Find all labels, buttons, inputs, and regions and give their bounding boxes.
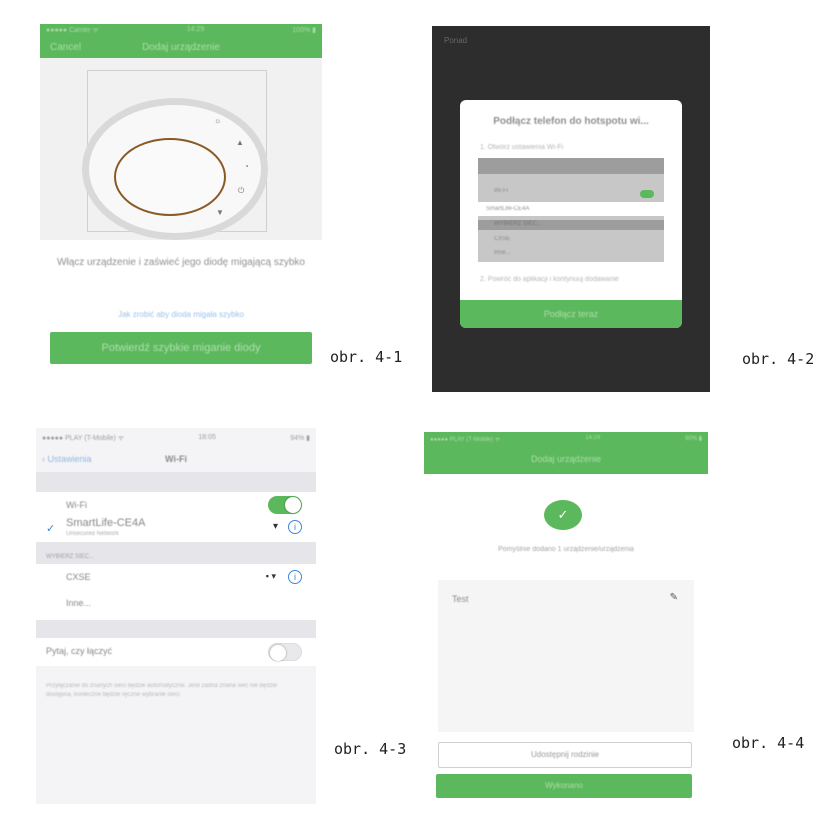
- success-check-icon: ✓: [544, 500, 582, 530]
- wifi-toggle-label: Wi-Fi: [66, 500, 87, 510]
- status-battery: 90% ▮: [685, 436, 702, 442]
- ask-to-join-row: Pytaj, czy łączyć: [36, 638, 316, 666]
- nav-bar: ‹ Ustawienia Wi-Fi: [36, 448, 316, 472]
- success-message: Pomyślnie dodano 1 urządzenie/urządzenia: [498, 546, 634, 553]
- page-title: Dodaj urządzenie: [530, 454, 602, 464]
- step-1-text: 1. Otwórz ustawienia Wi-Fi: [480, 144, 564, 151]
- preview-row-header: WYBIERZ SIEĆ...: [494, 221, 543, 227]
- down-icon: ▼: [216, 208, 224, 217]
- connect-now-label: Podłącz teraz: [543, 309, 599, 319]
- ask-to-join-toggle[interactable]: [268, 643, 302, 661]
- device-card: Test ✎: [438, 580, 694, 732]
- ask-to-join-description: Przyłączanie do znanych sieci będzie aut…: [46, 683, 278, 698]
- network-cxse[interactable]: CXSE: [66, 572, 91, 582]
- ask-to-join-label: Pytaj, czy łączyć: [46, 646, 113, 656]
- page-title: Wi-Fi: [165, 454, 187, 464]
- status-time: 18:05: [198, 434, 216, 441]
- thermostat-image: ☼ ▲ ◔ ⏻ ▼: [40, 58, 322, 240]
- status-bar: ●●●●● PLAY (T-Mobile) ᯤ 14:29 90% ▮: [430, 435, 702, 443]
- done-label: Wykonano: [545, 781, 583, 790]
- wifi-toggle[interactable]: [268, 496, 302, 514]
- wifi-settings-preview: Wi-Fi SmartLife-CE4A WYBIERZ SIEĆ... CXS…: [478, 158, 664, 262]
- help-link[interactable]: Jak zrobić aby dioda migała szybko: [40, 310, 322, 319]
- status-bar: ●●●●● Carrier ᯤ 14:29 100% ▮: [46, 26, 316, 36]
- step-2-text: 2. Powróć do aplikacji i kontynuuj dodaw…: [480, 276, 619, 283]
- status-time: 14:29: [585, 435, 601, 441]
- toggle-knob: [285, 497, 301, 513]
- caption-4-1: obr. 4-1: [330, 348, 403, 366]
- edit-icon[interactable]: ✎: [670, 592, 678, 603]
- connect-dialog: Podłącz telefon do hotspotu wi... 1. Otw…: [460, 100, 682, 328]
- caption-4-4: obr. 4-4: [732, 734, 805, 752]
- page-title: Dodaj urządzenie: [142, 42, 220, 53]
- status-carrier: ●●●●● PLAY (T-Mobile) ᯤ: [42, 435, 125, 442]
- preview-header: [478, 158, 664, 174]
- section-gap: [36, 472, 316, 492]
- done-button[interactable]: Wykonano: [436, 774, 692, 798]
- dialog-title: Podłącz telefon do hotspotu wi...: [493, 116, 649, 127]
- preview-row-other: Inne...: [494, 250, 511, 256]
- up-icon: ▲: [236, 138, 244, 147]
- confirm-blink-button[interactable]: Potwierdź szybkie miganie diody: [50, 332, 312, 364]
- top-bar: ●●●●● PLAY (T-Mobile) ᯤ 14:29 90% ▮ Doda…: [424, 432, 708, 474]
- wifi-signal-icon: ▾: [272, 521, 278, 532]
- toggle-knob: [270, 645, 286, 661]
- status-bar: ●●●●● PLAY (T-Mobile) ᯤ 18:05 94% ▮: [42, 434, 310, 443]
- preview-selected-network: SmartLife-CE4A: [478, 202, 664, 216]
- status-time: 14:29: [186, 26, 205, 33]
- info-icon[interactable]: i: [288, 520, 302, 534]
- sun-icon: ☼: [214, 116, 222, 125]
- panel-4-3-ios-wifi: ●●●●● PLAY (T-Mobile) ᯤ 18:05 94% ▮ ‹ Us…: [36, 428, 316, 804]
- section-gap: [36, 620, 316, 638]
- lock-icon: ▪ ▾: [265, 571, 276, 581]
- power-icon: ⏻: [238, 186, 245, 195]
- check-icon: ✓: [46, 523, 56, 535]
- instruction-text: Włącz urządzenie i zaświeć jego diodę mi…: [57, 257, 305, 268]
- thermostat-display: [114, 138, 226, 216]
- connect-now-button[interactable]: Podłącz teraz: [460, 300, 682, 328]
- choose-network-label: WYBIERZ SIEĆ...: [46, 554, 95, 560]
- preview-row-network: CXSE: [494, 236, 511, 242]
- share-family-label: Udostępnij rodzinie: [530, 750, 600, 759]
- connected-network-status: Unsecured Network: [66, 531, 119, 537]
- mode-icon: ◔: [244, 162, 249, 171]
- preview-selected-label: SmartLife-CE4A: [486, 206, 530, 212]
- wifi-section: Wi-Fi ✓ SmartLife-CE4A Unsecured Network…: [36, 492, 316, 542]
- other-network[interactable]: Inne...: [66, 598, 91, 608]
- status-carrier: ●●●●● PLAY (T-Mobile) ᯤ: [430, 437, 501, 443]
- corner-text: Ponad: [444, 36, 468, 45]
- status-battery: 94% ▮: [290, 435, 310, 442]
- device-name: Test: [452, 594, 469, 604]
- caption-4-2: obr. 4-2: [742, 350, 815, 368]
- confirm-blink-label: Potwierdź szybkie miganie diody: [101, 342, 261, 354]
- info-icon[interactable]: i: [288, 570, 302, 584]
- nav-bar: Cancel Dodaj urządzenie: [40, 38, 322, 58]
- panel-4-4-device-added: ●●●●● PLAY (T-Mobile) ᯤ 14:29 90% ▮ Doda…: [424, 432, 708, 806]
- status-carrier: ●●●●● Carrier ᯤ: [46, 27, 99, 34]
- panel-4-2-hotspot-dialog: Ponad Podłącz telefon do hotspotu wi... …: [432, 26, 710, 392]
- status-battery: 100% ▮: [292, 27, 316, 34]
- share-family-button[interactable]: Udostępnij rodzinie: [438, 742, 692, 768]
- connected-network-name[interactable]: SmartLife-CE4A: [66, 517, 145, 529]
- caption-4-3: obr. 4-3: [334, 740, 407, 758]
- preview-row-wifi: Wi-Fi: [494, 188, 508, 194]
- panel-4-1-add-device: ●●●●● Carrier ᯤ 14:29 100% ▮ Cancel Doda…: [40, 24, 322, 376]
- top-bar: ●●●●● Carrier ᯤ 14:29 100% ▮ Cancel Doda…: [40, 24, 322, 58]
- preview-toggle: [640, 190, 654, 198]
- network-list: CXSE ▪ ▾ i Inne...: [36, 564, 316, 620]
- choose-network-header: WYBIERZ SIEĆ...: [36, 542, 316, 564]
